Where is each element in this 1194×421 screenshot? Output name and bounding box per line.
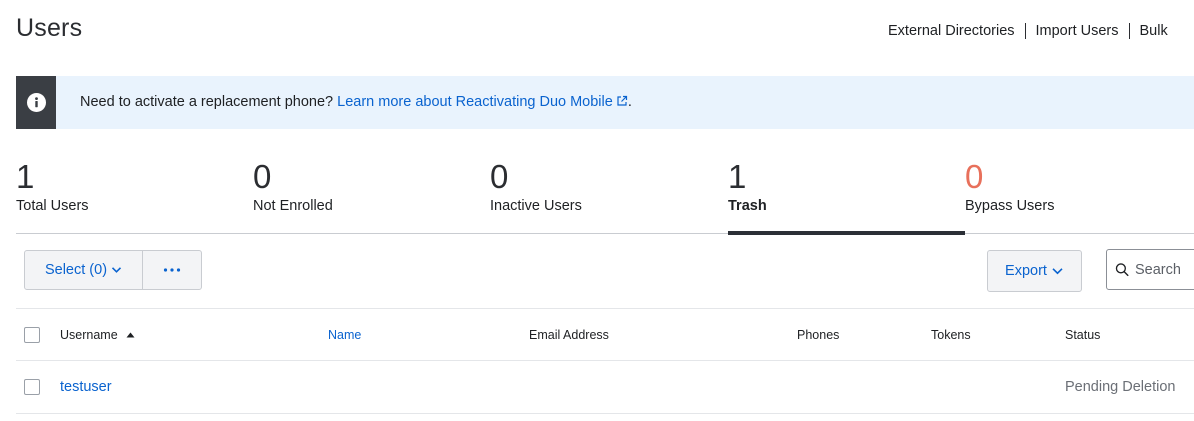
stat-total-users[interactable]: 1 Total Users bbox=[16, 158, 253, 234]
stat-value: 0 bbox=[965, 158, 984, 195]
export-button[interactable]: Export bbox=[987, 250, 1082, 292]
alert-text: Need to activate a replacement phone? bbox=[80, 94, 338, 110]
stat-label: Not Enrolled bbox=[253, 198, 333, 214]
column-username[interactable]: Username bbox=[60, 309, 135, 361]
username-cell: testuser bbox=[60, 361, 112, 413]
import-users-link[interactable]: Import Users bbox=[1026, 23, 1129, 39]
chevron-down-icon bbox=[1052, 268, 1063, 275]
export-label: Export bbox=[1005, 263, 1047, 279]
select-all-cell bbox=[24, 309, 40, 361]
stat-label: Total Users bbox=[16, 198, 89, 214]
username-link[interactable]: testuser bbox=[60, 379, 112, 395]
alert-icon-box bbox=[16, 76, 56, 129]
stat-value: 1 bbox=[16, 158, 35, 195]
column-status: Status bbox=[1065, 328, 1101, 342]
table-header: Username Name Email Address Phones Token… bbox=[16, 308, 1194, 361]
users-page: Users External Directories Import Users … bbox=[0, 0, 1194, 421]
info-icon bbox=[26, 93, 46, 112]
bulk-link[interactable]: Bulk bbox=[1130, 23, 1178, 39]
page-title: Users bbox=[16, 14, 83, 42]
stat-inactive-users[interactable]: 0 Inactive Users bbox=[490, 158, 727, 234]
sort-ascending-icon bbox=[126, 332, 135, 338]
column-name[interactable]: Name bbox=[328, 309, 361, 361]
stat-value: 1 bbox=[728, 158, 747, 195]
reactivating-duo-mobile-link[interactable]: Learn more about Reactivating Duo Mobile bbox=[337, 94, 628, 110]
stat-label: Bypass Users bbox=[965, 198, 1055, 214]
alert-suffix: . bbox=[627, 94, 632, 110]
column-tokens: Tokens bbox=[931, 328, 971, 342]
stat-trash[interactable]: 1 Trash bbox=[728, 158, 965, 235]
stat-not-enrolled[interactable]: 0 Not Enrolled bbox=[253, 158, 490, 234]
stat-value: 0 bbox=[253, 158, 272, 195]
select-label: Select (0) bbox=[44, 262, 108, 278]
search-icon bbox=[1115, 263, 1129, 277]
stat-label: Trash bbox=[728, 198, 767, 214]
stat-bypass-users[interactable]: 0 Bypass Users bbox=[965, 158, 1194, 234]
column-phones: Phones bbox=[797, 328, 840, 342]
stat-label: Inactive Users bbox=[490, 198, 582, 214]
column-label: Username bbox=[60, 328, 118, 342]
alert-message: Need to activate a replacement phone? Le… bbox=[80, 94, 632, 111]
bulk-actions-group: Select (0) bbox=[24, 250, 202, 290]
more-actions-button[interactable] bbox=[143, 251, 201, 289]
select-all-checkbox[interactable] bbox=[24, 327, 40, 343]
select-dropdown-button[interactable]: Select (0) bbox=[25, 251, 143, 289]
users-table: Username Name Email Address Phones Token… bbox=[16, 308, 1194, 414]
search-input[interactable] bbox=[1135, 261, 1194, 278]
search-box bbox=[1106, 249, 1194, 290]
status-cell: Pending Deletion bbox=[1065, 361, 1175, 413]
row-checkbox[interactable] bbox=[24, 379, 40, 395]
more-dots-icon bbox=[163, 268, 181, 272]
external-link-icon bbox=[616, 95, 628, 111]
row-select-cell bbox=[24, 361, 40, 413]
info-alert: Need to activate a replacement phone? Le… bbox=[16, 76, 1194, 129]
user-stats-tabs: 1 Total Users 0 Not Enrolled 0 Inactive … bbox=[16, 158, 1194, 235]
column-email-address: Email Address bbox=[529, 328, 609, 342]
status-text: Pending Deletion bbox=[1065, 379, 1176, 395]
chevron-down-icon bbox=[111, 267, 122, 273]
stat-value: 0 bbox=[490, 158, 509, 195]
header-nav: External Directories Import Users Bulk bbox=[878, 21, 1178, 41]
external-directories-link[interactable]: External Directories bbox=[878, 23, 1025, 39]
table-row: testuser Pending Deletion bbox=[16, 361, 1194, 414]
